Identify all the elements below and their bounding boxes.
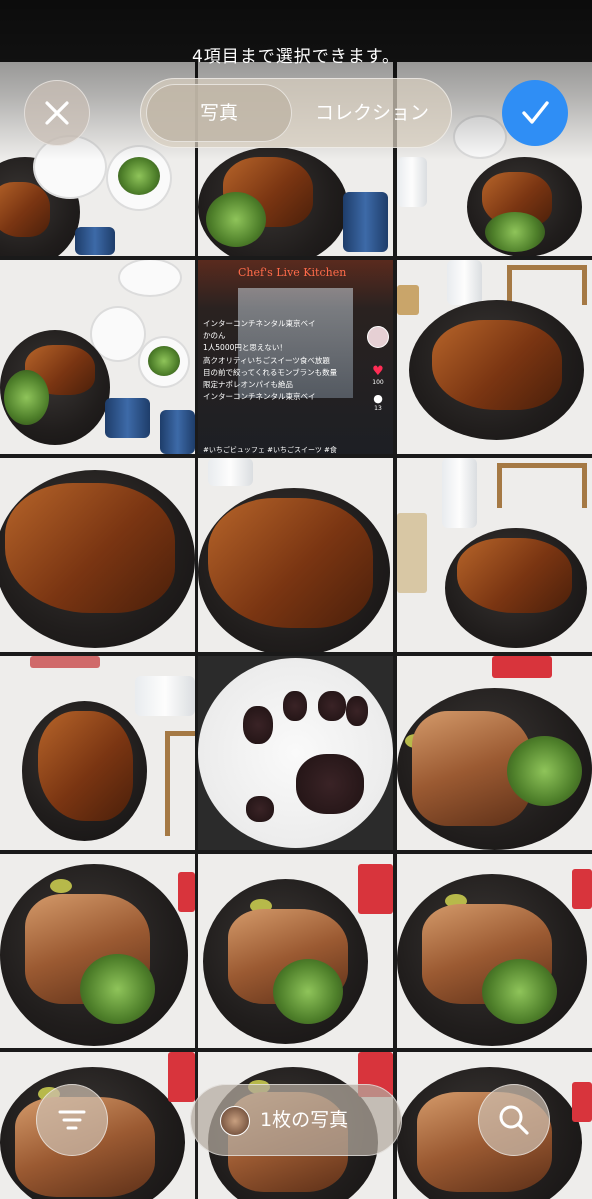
confirm-button[interactable]	[502, 80, 568, 146]
photo-thumbnail[interactable]	[0, 656, 195, 850]
photo-thumbnail[interactable]	[397, 260, 592, 454]
selected-count-label: 1枚の写真	[260, 1109, 349, 1131]
checkmark-icon	[522, 101, 549, 124]
photo-thumbnail[interactable]	[397, 458, 592, 652]
photo-thumbnail[interactable]	[0, 854, 195, 1048]
close-button[interactable]	[24, 80, 90, 146]
photo-thumbnail[interactable]	[198, 458, 393, 652]
photo-thumbnail[interactable]	[397, 854, 592, 1048]
photo-thumbnail[interactable]	[198, 656, 393, 850]
tab-collections[interactable]: コレクション	[292, 78, 452, 148]
avatar	[367, 326, 389, 348]
search-button[interactable]	[478, 1084, 550, 1156]
reel-line: 高クオリティいちごスイーツ食べ放題	[203, 355, 330, 365]
comment-count: 13	[374, 405, 382, 412]
heart-icon: ♥	[372, 364, 384, 379]
reel-line: インターコンチネンタル東京ベイ	[203, 392, 316, 402]
photo-thumbnail[interactable]	[0, 458, 195, 652]
reel-line: 1人5000円と思えない！	[203, 343, 287, 353]
photo-thumbnail[interactable]	[0, 260, 195, 454]
tab-photos[interactable]: 写真	[146, 78, 292, 148]
like-count: 100	[372, 379, 384, 386]
reel-line: インターコンチネンタル東京ベイ	[203, 319, 316, 328]
close-icon	[45, 101, 69, 125]
photo-grid: Chef's Live Kitchen インターコンチネンタル東京ベイ かのん …	[0, 62, 592, 1199]
comment-icon: ●	[373, 392, 383, 405]
reel-side-actions: ♥ 100 ● 13	[367, 326, 389, 412]
selection-hint: 4項目まで選択できます。	[191, 47, 401, 67]
reel-sign-text: Chef's Live Kitchen	[238, 266, 347, 279]
reel-line: かのん	[203, 331, 226, 341]
reel-hashtags: #いちごビュッフェ #いちごスイーツ #食	[203, 446, 337, 454]
reel-thumbnail[interactable]: Chef's Live Kitchen インターコンチネンタル東京ベイ かのん …	[198, 260, 393, 454]
selected-photos-pill[interactable]: 1枚の写真	[190, 1084, 402, 1156]
reel-line: 限定ナポレオンパイも絶品	[203, 380, 293, 390]
selected-photo-thumbnail	[220, 1106, 250, 1136]
photo-thumbnail[interactable]	[397, 656, 592, 850]
reel-caption: インターコンチネンタル東京ベイ かのん 1人5000円と思えない！ 高クオリティ…	[203, 318, 365, 403]
photo-thumbnail[interactable]	[198, 854, 393, 1048]
menu-icon	[58, 1110, 86, 1130]
reel-line: 目の前で絞ってくれるモンブランも数量	[203, 367, 338, 377]
source-segmented-control: 写真 コレクション	[140, 78, 452, 148]
filter-menu-button[interactable]	[36, 1084, 108, 1156]
search-icon	[499, 1105, 529, 1135]
